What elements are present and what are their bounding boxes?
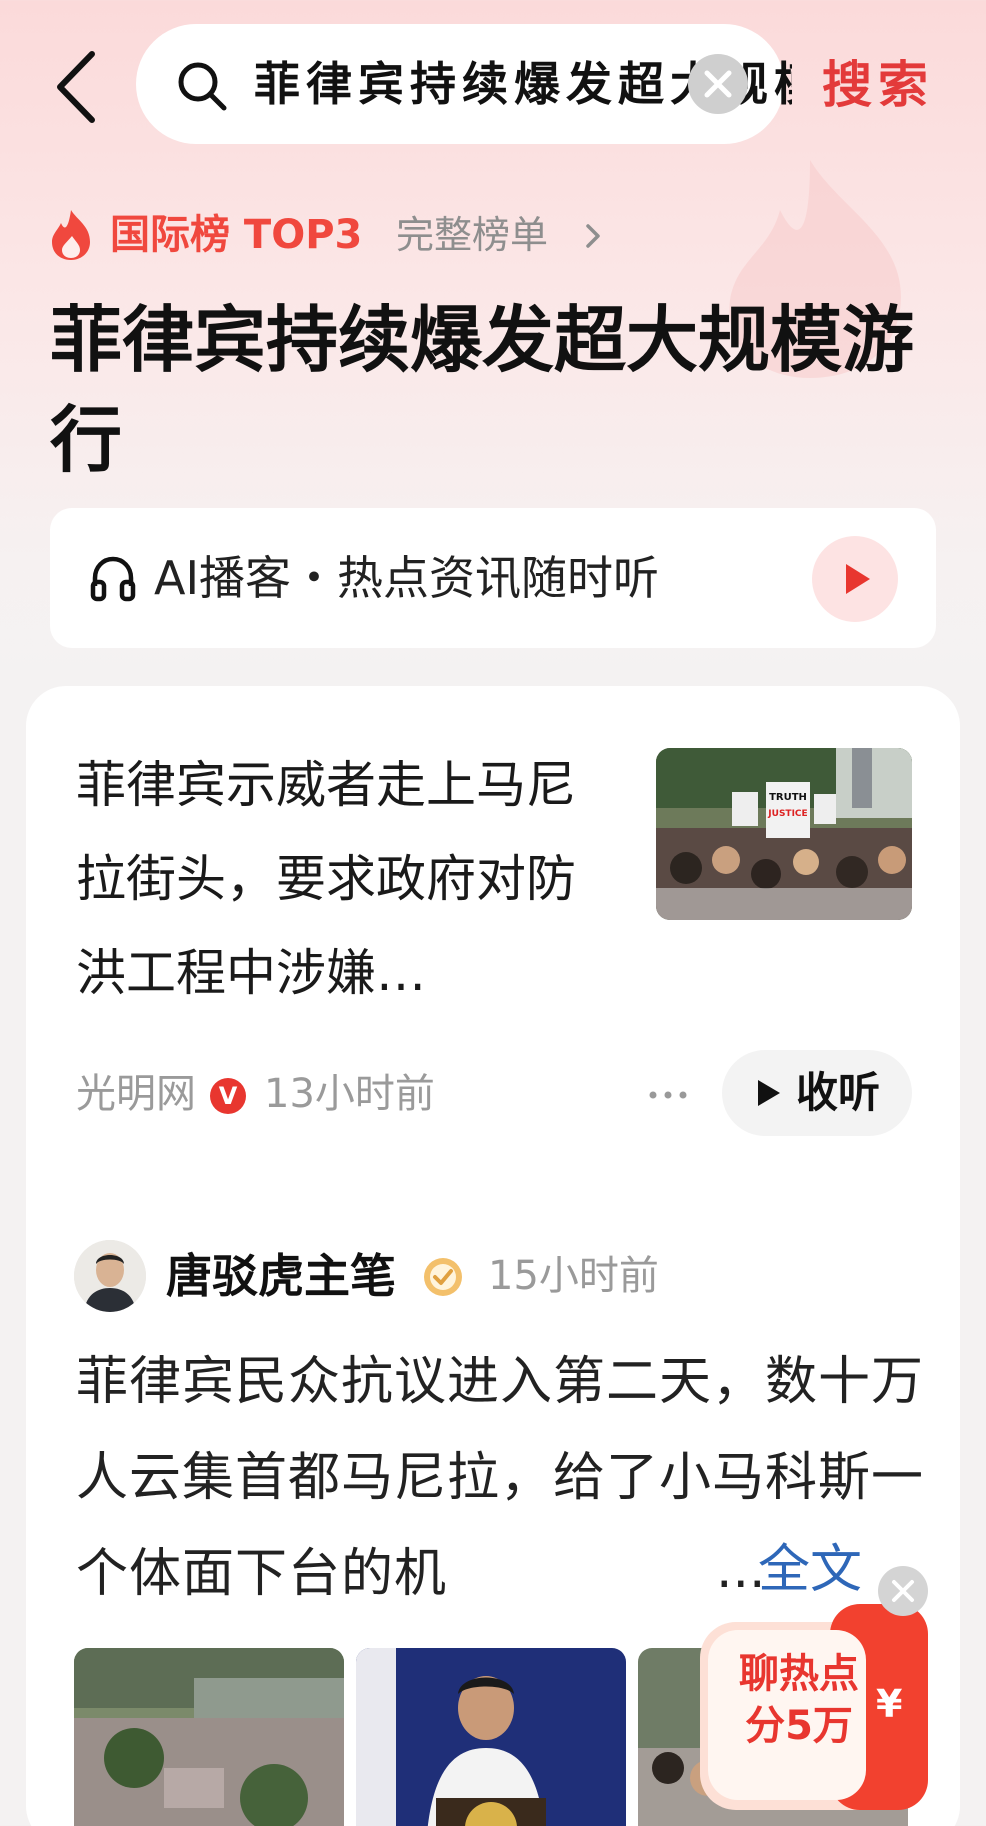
close-icon xyxy=(892,1580,914,1602)
verified-badge-icon: V xyxy=(210,1078,246,1114)
author-avatar[interactable] xyxy=(74,1240,146,1312)
clear-search-button[interactable] xyxy=(688,54,748,114)
promo-close-button[interactable] xyxy=(878,1566,928,1616)
search-icon xyxy=(178,62,227,111)
post-photo-crowd[interactable] xyxy=(74,1648,344,1826)
play-icon xyxy=(758,1080,780,1106)
ai-podcast-bar[interactable]: AI播客・热点资讯随时听 xyxy=(50,508,936,648)
podcast-play-button[interactable] xyxy=(812,536,898,622)
yen-icon: ¥ xyxy=(876,1682,903,1726)
podcast-label: AI播客・热点资讯随时听 xyxy=(154,551,660,605)
chat-reward-promo[interactable]: 聊热点 分5万 ¥ xyxy=(700,1604,928,1810)
author-name[interactable]: 唐驳虎主笔 xyxy=(166,1246,396,1306)
play-icon xyxy=(846,564,870,594)
post-photo-president[interactable] xyxy=(356,1648,626,1826)
protest-sign-justice: JUSTICE xyxy=(767,809,807,819)
post-timestamp: 15小时前 xyxy=(488,1253,659,1299)
promo-label: 聊热点 分5万 xyxy=(724,1648,874,1752)
hotlist-rank-label: 国际榜 TOP3 xyxy=(110,212,363,258)
gold-verified-icon xyxy=(424,1258,462,1296)
avatar-image xyxy=(74,1240,146,1312)
news-source[interactable]: 光明网 xyxy=(76,1066,196,1122)
listen-button[interactable]: 收听 xyxy=(722,1050,912,1136)
headphone-icon xyxy=(90,556,136,602)
search-bar[interactable]: 菲律宾持续爆发超大规模游行 xyxy=(136,24,792,144)
full-list-link[interactable]: 完整榜单 xyxy=(396,207,548,263)
news-timestamp: 13小时前 xyxy=(264,1071,435,1117)
protest-sign-truth: TRUTH xyxy=(769,792,807,803)
speaker-image xyxy=(356,1648,626,1826)
promo-line-1: 聊热点 xyxy=(739,1651,859,1697)
search-button[interactable]: 搜索 xyxy=(822,50,934,120)
protest-photo: TRUTH JUSTICE xyxy=(656,748,912,920)
chevron-right-icon[interactable] xyxy=(582,220,604,252)
crowd-aerial-image xyxy=(74,1648,344,1826)
more-options-icon[interactable] xyxy=(646,1080,690,1110)
promo-line-2: 分5万 xyxy=(745,1703,853,1749)
close-icon xyxy=(704,70,732,98)
news-thumbnail[interactable]: TRUTH JUSTICE xyxy=(656,748,912,920)
fire-icon xyxy=(52,210,90,260)
page-title: 菲律宾持续爆发超大规模游行 xyxy=(50,298,915,482)
back-arrow-icon[interactable] xyxy=(52,50,102,124)
news-title-link[interactable]: 菲律宾示威者走上马尼拉街头，要求政府对防洪工程中涉嫌… xyxy=(76,738,606,1020)
listen-label: 收听 xyxy=(796,1068,881,1117)
